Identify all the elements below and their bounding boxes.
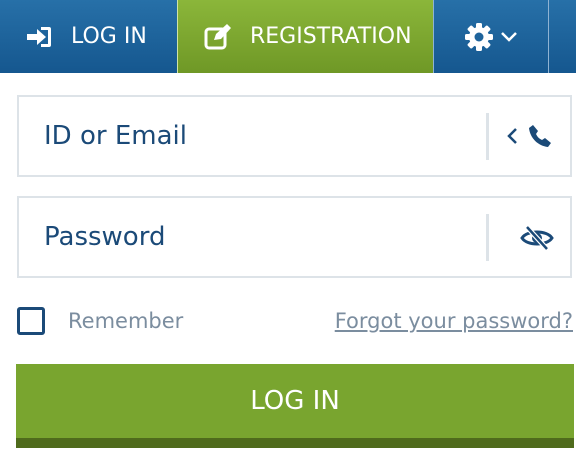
remember-checkbox[interactable] bbox=[17, 307, 45, 335]
remember-row: Remember Forgot your password? bbox=[17, 307, 573, 341]
id-email-input[interactable] bbox=[19, 97, 484, 175]
password-input[interactable] bbox=[19, 198, 484, 276]
chevron-left-icon bbox=[506, 126, 518, 146]
gear-icon bbox=[464, 22, 494, 52]
login-button-label: LOG IN bbox=[250, 386, 340, 416]
remember-label[interactable]: Remember bbox=[68, 309, 183, 333]
phone-icon bbox=[527, 123, 553, 149]
login-button[interactable]: LOG IN bbox=[16, 364, 574, 448]
tab-registration-label: REGISTRATION bbox=[250, 24, 412, 49]
field-divider bbox=[486, 113, 489, 160]
settings-dropdown[interactable] bbox=[433, 0, 548, 73]
chevron-down-icon bbox=[500, 24, 518, 49]
edit-icon bbox=[204, 23, 232, 50]
tab-login[interactable]: LOG IN bbox=[0, 0, 177, 73]
eye-slash-icon bbox=[519, 224, 555, 250]
phone-login-toggle[interactable] bbox=[499, 97, 574, 175]
tab-registration[interactable]: REGISTRATION bbox=[177, 0, 433, 73]
top-nav: LOG IN REGISTRATION bbox=[0, 0, 576, 73]
forgot-password-link[interactable]: Forgot your password? bbox=[335, 309, 573, 333]
id-email-field bbox=[17, 95, 572, 177]
show-password-toggle[interactable] bbox=[499, 198, 574, 276]
field-divider bbox=[486, 214, 489, 261]
password-field bbox=[17, 196, 572, 278]
tab-more[interactable] bbox=[548, 0, 576, 73]
sign-in-icon bbox=[25, 25, 53, 49]
tab-login-label: LOG IN bbox=[71, 24, 147, 49]
